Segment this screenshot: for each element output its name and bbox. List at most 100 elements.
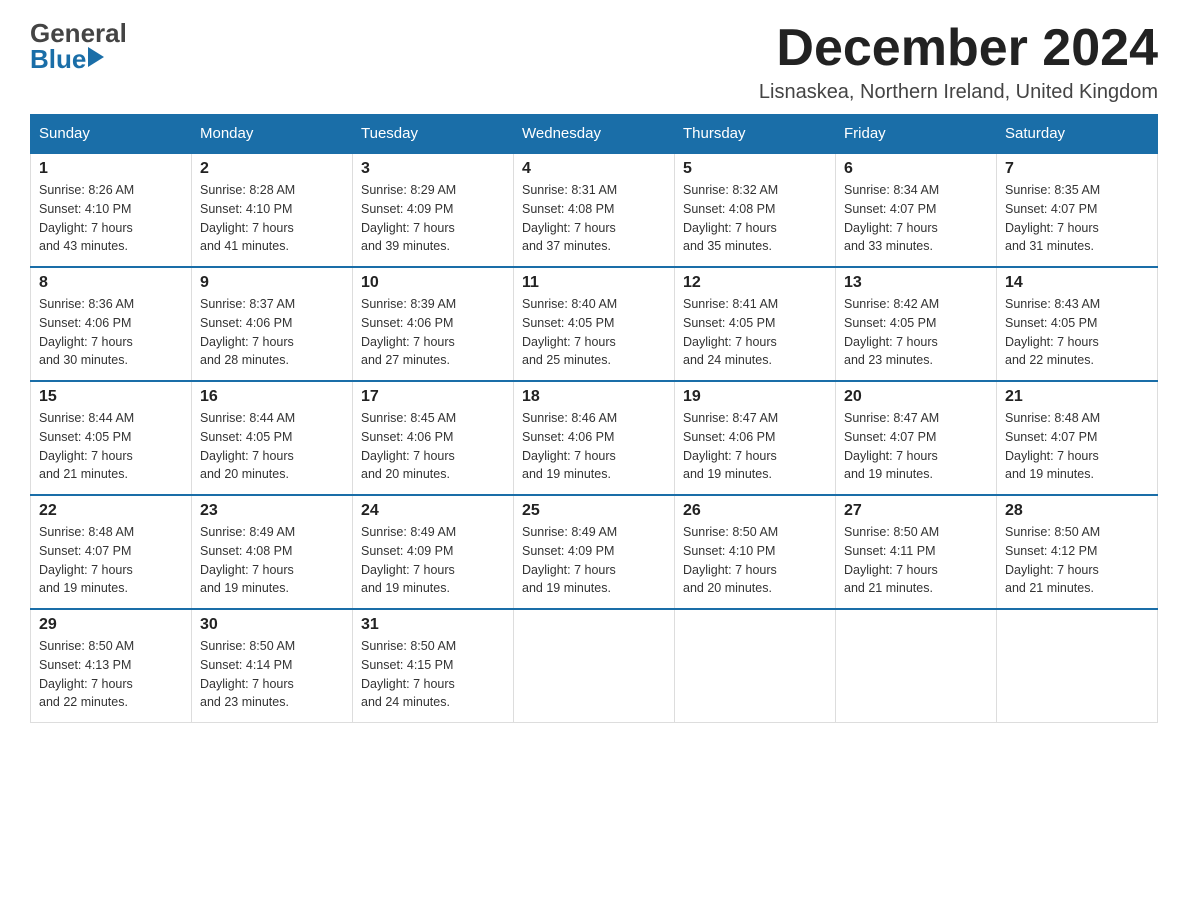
day-info: Sunrise: 8:42 AMSunset: 4:05 PMDaylight:…: [844, 295, 988, 370]
day-info: Sunrise: 8:37 AMSunset: 4:06 PMDaylight:…: [200, 295, 344, 370]
day-info: Sunrise: 8:35 AMSunset: 4:07 PMDaylight:…: [1005, 181, 1149, 256]
calendar-week-4: 22Sunrise: 8:48 AMSunset: 4:07 PMDayligh…: [31, 495, 1158, 609]
day-number: 2: [200, 160, 344, 178]
day-number: 26: [683, 502, 827, 520]
day-number: 29: [39, 616, 183, 634]
day-number: 27: [844, 502, 988, 520]
col-saturday: Saturday: [997, 115, 1158, 154]
logo-general: General: [30, 20, 127, 46]
day-info: Sunrise: 8:39 AMSunset: 4:06 PMDaylight:…: [361, 295, 505, 370]
day-info: Sunrise: 8:44 AMSunset: 4:05 PMDaylight:…: [200, 409, 344, 484]
calendar-cell: 16 Sunrise: 8:44 AMSunset: 4:05 PMDayligh…: [192, 381, 353, 495]
day-info: Sunrise: 8:45 AMSunset: 4:06 PMDaylight:…: [361, 409, 505, 484]
calendar-cell: 7 Sunrise: 8:35 AMSunset: 4:07 PMDaylight…: [997, 153, 1158, 267]
day-number: 30: [200, 616, 344, 634]
calendar-cell: 8 Sunrise: 8:36 AMSunset: 4:06 PMDaylight…: [31, 267, 192, 381]
day-number: 11: [522, 274, 666, 292]
calendar-cell: 4 Sunrise: 8:31 AMSunset: 4:08 PMDaylight…: [514, 153, 675, 267]
calendar-cell: 13 Sunrise: 8:42 AMSunset: 4:05 PMDayligh…: [836, 267, 997, 381]
day-number: 23: [200, 502, 344, 520]
col-sunday: Sunday: [31, 115, 192, 154]
day-info: Sunrise: 8:41 AMSunset: 4:05 PMDaylight:…: [683, 295, 827, 370]
day-number: 1: [39, 160, 183, 178]
day-number: 10: [361, 274, 505, 292]
calendar-cell: [675, 609, 836, 723]
day-info: Sunrise: 8:49 AMSunset: 4:09 PMDaylight:…: [522, 523, 666, 598]
calendar-cell: 25 Sunrise: 8:49 AMSunset: 4:09 PMDayligh…: [514, 495, 675, 609]
day-info: Sunrise: 8:29 AMSunset: 4:09 PMDaylight:…: [361, 181, 505, 256]
day-info: Sunrise: 8:49 AMSunset: 4:09 PMDaylight:…: [361, 523, 505, 598]
day-info: Sunrise: 8:50 AMSunset: 4:10 PMDaylight:…: [683, 523, 827, 598]
calendar-cell: [514, 609, 675, 723]
calendar-cell: 31Sunrise: 8:50 AMSunset: 4:15 PMDayligh…: [353, 609, 514, 723]
calendar-week-3: 15Sunrise: 8:44 AMSunset: 4:05 PMDayligh…: [31, 381, 1158, 495]
calendar-week-1: 1 Sunrise: 8:26 AMSunset: 4:10 PMDaylight…: [31, 153, 1158, 267]
logo-blue: Blue: [30, 46, 86, 72]
day-number: 25: [522, 502, 666, 520]
calendar-cell: 20 Sunrise: 8:47 AMSunset: 4:07 PMDayligh…: [836, 381, 997, 495]
day-info: Sunrise: 8:50 AMSunset: 4:11 PMDaylight:…: [844, 523, 988, 598]
col-wednesday: Wednesday: [514, 115, 675, 154]
calendar-week-5: 29Sunrise: 8:50 AMSunset: 4:13 PMDayligh…: [31, 609, 1158, 723]
day-info: Sunrise: 8:50 AMSunset: 4:15 PMDaylight:…: [361, 637, 505, 712]
logo-arrow-icon: [88, 47, 104, 67]
day-number: 20: [844, 388, 988, 406]
day-info: Sunrise: 8:47 AMSunset: 4:06 PMDaylight:…: [683, 409, 827, 484]
calendar-cell: [997, 609, 1158, 723]
calendar-cell: 21Sunrise: 8:48 AMSunset: 4:07 PMDayligh…: [997, 381, 1158, 495]
day-info: Sunrise: 8:28 AMSunset: 4:10 PMDaylight:…: [200, 181, 344, 256]
calendar-cell: 30Sunrise: 8:50 AMSunset: 4:14 PMDayligh…: [192, 609, 353, 723]
day-info: Sunrise: 8:48 AMSunset: 4:07 PMDaylight:…: [1005, 409, 1149, 484]
day-number: 9: [200, 274, 344, 292]
day-number: 13: [844, 274, 988, 292]
calendar-week-2: 8 Sunrise: 8:36 AMSunset: 4:06 PMDaylight…: [31, 267, 1158, 381]
day-info: Sunrise: 8:36 AMSunset: 4:06 PMDaylight:…: [39, 295, 183, 370]
month-title: December 2024: [759, 20, 1158, 77]
col-tuesday: Tuesday: [353, 115, 514, 154]
day-number: 17: [361, 388, 505, 406]
day-number: 7: [1005, 160, 1149, 178]
logo: General Blue: [30, 20, 127, 72]
day-info: Sunrise: 8:43 AMSunset: 4:05 PMDaylight:…: [1005, 295, 1149, 370]
day-info: Sunrise: 8:31 AMSunset: 4:08 PMDaylight:…: [522, 181, 666, 256]
calendar-cell: 3 Sunrise: 8:29 AMSunset: 4:09 PMDaylight…: [353, 153, 514, 267]
day-info: Sunrise: 8:26 AMSunset: 4:10 PMDaylight:…: [39, 181, 183, 256]
calendar-cell: 11 Sunrise: 8:40 AMSunset: 4:05 PMDayligh…: [514, 267, 675, 381]
calendar-header-row: Sunday Monday Tuesday Wednesday Thursday…: [31, 115, 1158, 154]
calendar-cell: 23 Sunrise: 8:49 AMSunset: 4:08 PMDayligh…: [192, 495, 353, 609]
calendar-cell: 12 Sunrise: 8:41 AMSunset: 4:05 PMDayligh…: [675, 267, 836, 381]
day-number: 6: [844, 160, 988, 178]
day-info: Sunrise: 8:47 AMSunset: 4:07 PMDaylight:…: [844, 409, 988, 484]
day-number: 3: [361, 160, 505, 178]
calendar-cell: 14 Sunrise: 8:43 AMSunset: 4:05 PMDayligh…: [997, 267, 1158, 381]
day-info: Sunrise: 8:34 AMSunset: 4:07 PMDaylight:…: [844, 181, 988, 256]
calendar-cell: 27 Sunrise: 8:50 AMSunset: 4:11 PMDayligh…: [836, 495, 997, 609]
day-number: 19: [683, 388, 827, 406]
day-info: Sunrise: 8:44 AMSunset: 4:05 PMDaylight:…: [39, 409, 183, 484]
calendar-cell: 5Sunrise: 8:32 AMSunset: 4:08 PMDaylight…: [675, 153, 836, 267]
calendar-cell: 17 Sunrise: 8:45 AMSunset: 4:06 PMDayligh…: [353, 381, 514, 495]
day-number: 24: [361, 502, 505, 520]
calendar-cell: 9 Sunrise: 8:37 AMSunset: 4:06 PMDaylight…: [192, 267, 353, 381]
page-header: General Blue December 2024 Lisnaskea, No…: [30, 20, 1158, 104]
day-info: Sunrise: 8:49 AMSunset: 4:08 PMDaylight:…: [200, 523, 344, 598]
day-number: 28: [1005, 502, 1149, 520]
calendar-cell: 1 Sunrise: 8:26 AMSunset: 4:10 PMDaylight…: [31, 153, 192, 267]
day-number: 8: [39, 274, 183, 292]
day-info: Sunrise: 8:48 AMSunset: 4:07 PMDaylight:…: [39, 523, 183, 598]
location-subtitle: Lisnaskea, Northern Ireland, United King…: [759, 81, 1158, 104]
day-number: 5: [683, 160, 827, 178]
day-info: Sunrise: 8:50 AMSunset: 4:12 PMDaylight:…: [1005, 523, 1149, 598]
calendar-cell: [836, 609, 997, 723]
calendar-cell: 29Sunrise: 8:50 AMSunset: 4:13 PMDayligh…: [31, 609, 192, 723]
calendar-cell: 10 Sunrise: 8:39 AMSunset: 4:06 PMDayligh…: [353, 267, 514, 381]
day-number: 16: [200, 388, 344, 406]
day-info: Sunrise: 8:40 AMSunset: 4:05 PMDaylight:…: [522, 295, 666, 370]
calendar-cell: 18Sunrise: 8:46 AMSunset: 4:06 PMDayligh…: [514, 381, 675, 495]
col-friday: Friday: [836, 115, 997, 154]
day-number: 18: [522, 388, 666, 406]
day-number: 14: [1005, 274, 1149, 292]
calendar-cell: 19 Sunrise: 8:47 AMSunset: 4:06 PMDayligh…: [675, 381, 836, 495]
day-number: 12: [683, 274, 827, 292]
day-number: 4: [522, 160, 666, 178]
